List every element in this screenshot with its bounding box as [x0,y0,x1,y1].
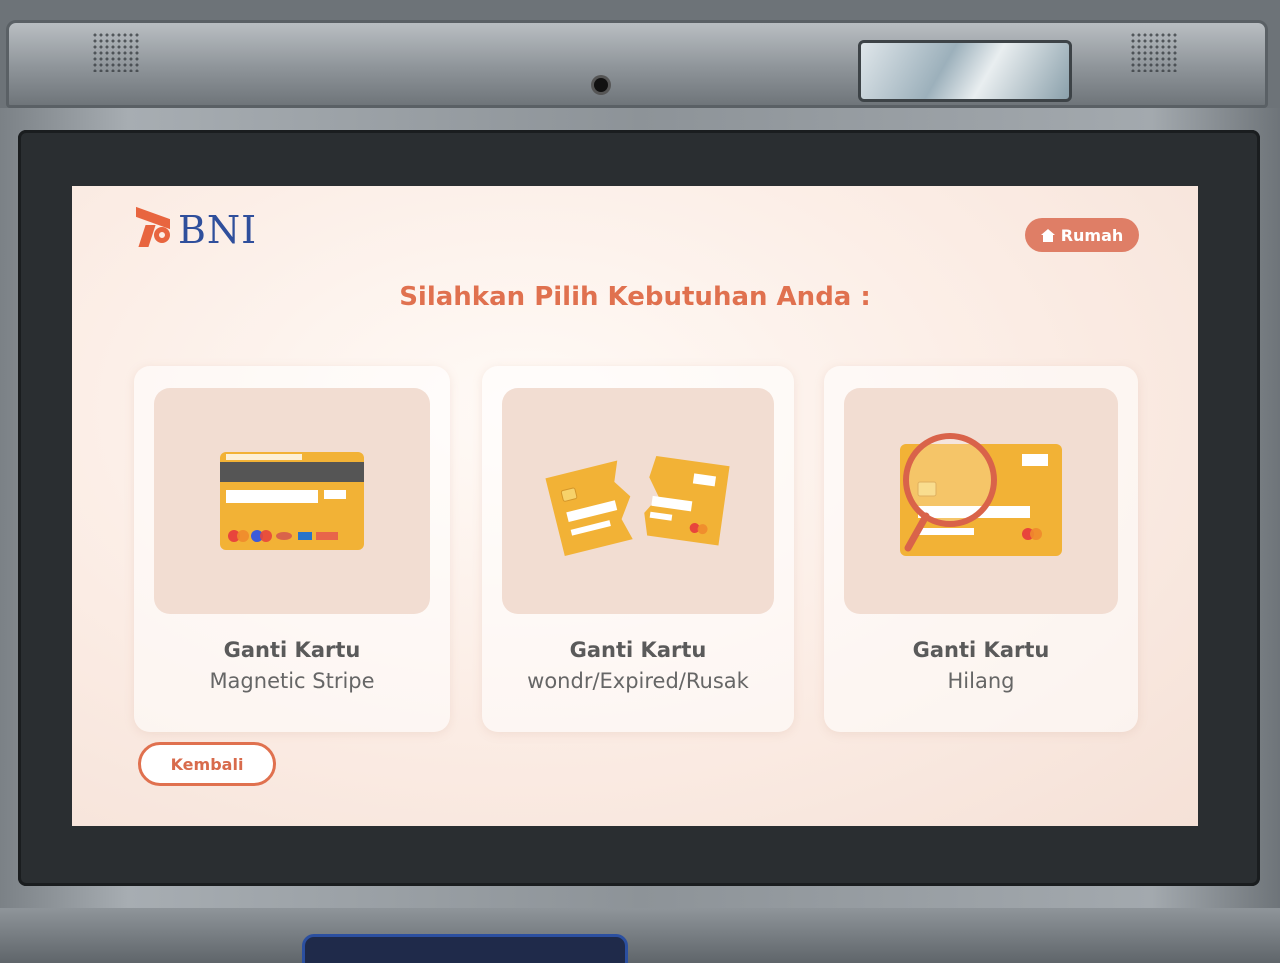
back-button[interactable]: Kembali [138,742,276,786]
atm-screen: BNI Rumah Silahkan Pilih Kebutuhan Anda … [72,186,1198,826]
option-expired-damaged[interactable]: Ganti Kartu wondr/Expired/Rusak [482,366,794,732]
camera-icon [594,78,608,92]
option-subtitle: wondr/Expired/Rusak [527,669,749,693]
card-back-magnetic-icon [154,388,430,614]
kiosk-top-bezel [6,20,1268,108]
card-magnifier-icon [844,388,1118,614]
home-icon [1040,228,1055,242]
home-button[interactable]: Rumah [1025,218,1139,252]
option-subtitle: Hilang [947,669,1015,693]
speaker-grille-right [1130,32,1178,72]
bni-logo: BNI [136,206,258,252]
home-button-label: Rumah [1060,225,1124,245]
broken-card-icon [502,388,774,614]
kiosk-bottom-panel [0,908,1280,963]
brand-name: BNI [178,208,258,252]
option-lost-card[interactable]: Ganti Kartu Hilang [824,366,1138,732]
bni-logo-mark-icon [136,206,170,247]
option-title: Ganti Kartu [912,638,1050,662]
option-subtitle: Magnetic Stripe [209,669,375,693]
option-magnetic-stripe[interactable]: Ganti Kartu Magnetic Stripe [134,366,450,732]
option-title: Ganti Kartu [223,638,361,662]
speaker-grille-left [92,32,140,72]
page-title: Silahkan Pilih Kebutuhan Anda : [399,282,871,312]
scanner-window [858,40,1072,102]
option-title: Ganti Kartu [569,638,707,662]
card-slot [302,934,628,963]
